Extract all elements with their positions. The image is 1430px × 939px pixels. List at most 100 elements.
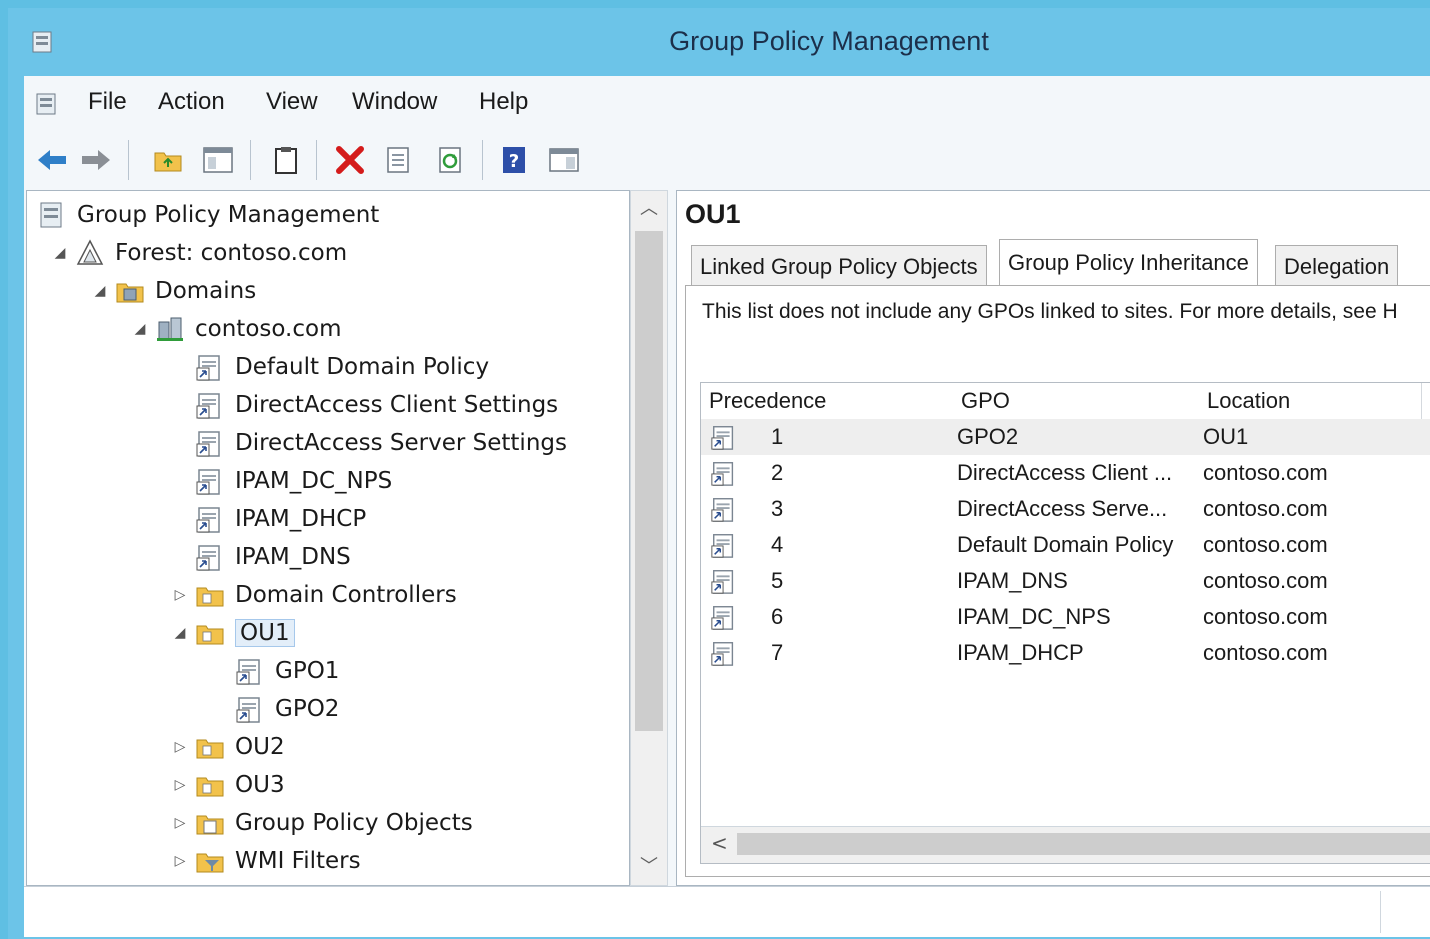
tree-item-ou2[interactable]: ▷ OU2	[171, 729, 285, 765]
app-window: Group Policy Management File Action View…	[8, 8, 1430, 939]
domain-icon	[157, 317, 183, 341]
gpo-link-icon	[709, 423, 739, 451]
expand-arrow-icon[interactable]: ▷	[171, 815, 189, 831]
tab-linked-gpos[interactable]: Linked Group Policy Objects	[691, 245, 987, 286]
gpo-link-icon	[195, 542, 225, 572]
toolbar-separator	[128, 140, 129, 180]
scroll-thumb[interactable]	[737, 833, 1430, 855]
console-tree: Group Policy Management ◢ Forest: contos…	[26, 190, 630, 886]
tree-item-forest[interactable]: ◢ Forest: contoso.com	[51, 235, 347, 271]
menu-window[interactable]: Window	[352, 88, 437, 116]
tree-vertical-scrollbar[interactable]: ︿ ﹀	[630, 190, 668, 886]
back-arrow-icon[interactable]	[34, 142, 70, 178]
toolbar-separator	[250, 140, 251, 180]
tab-gp-inheritance[interactable]: Group Policy Inheritance	[999, 239, 1258, 288]
gpo-link-icon	[709, 603, 739, 631]
table-row[interactable]: 2 DirectAccess Client ... contoso.com	[701, 455, 1430, 491]
collapse-arrow-icon[interactable]: ◢	[171, 625, 189, 641]
forest-icon	[76, 239, 104, 265]
table-row[interactable]: 1 GPO2 OU1	[701, 419, 1430, 455]
tab-panel: This list does not include any GPOs link…	[685, 285, 1430, 877]
ou-folder-icon	[195, 770, 225, 800]
delete-icon[interactable]	[332, 142, 368, 178]
gpo-link-icon	[709, 459, 739, 487]
refresh-icon[interactable]	[432, 142, 468, 178]
gpo-link-icon	[709, 567, 739, 595]
menu-file[interactable]: File	[88, 88, 127, 116]
gpo-container-icon	[196, 815, 224, 835]
tree-item-root[interactable]: Group Policy Management	[37, 197, 379, 233]
clipboard-icon[interactable]	[268, 142, 304, 178]
status-divider	[1380, 891, 1381, 933]
table-row[interactable]: 7 IPAM_DHCP contoso.com	[701, 635, 1430, 671]
collapse-arrow-icon[interactable]: ◢	[51, 245, 69, 261]
tree-item-gpo-link[interactable]: DirectAccess Client Settings	[195, 387, 558, 423]
inheritance-list[interactable]: Precedence GPO Location 1 GPO2 OU1 2 Dir…	[700, 382, 1430, 864]
gpo-link-icon	[195, 352, 225, 382]
menu-action[interactable]: Action	[158, 88, 225, 116]
title-bar: Group Policy Management	[8, 8, 1430, 76]
info-note: This list does not include any GPOs link…	[702, 300, 1398, 323]
scroll-left-icon[interactable]: <	[711, 831, 728, 855]
ou-folder-icon	[195, 732, 225, 762]
action-pane-icon[interactable]	[546, 142, 582, 178]
properties-icon[interactable]	[380, 142, 416, 178]
tree-item-gpo-link[interactable]: IPAM_DC_NPS	[195, 463, 392, 499]
table-row[interactable]: 3 DirectAccess Serve... contoso.com	[701, 491, 1430, 527]
tree-item-domains[interactable]: ◢ Domains	[91, 273, 257, 309]
expand-arrow-icon[interactable]: ▷	[171, 587, 189, 603]
toolbar-separator	[316, 140, 317, 180]
tree-item-domain-controllers[interactable]: ▷ Domain Controllers	[171, 577, 457, 613]
system-menu-icon[interactable]	[34, 90, 60, 118]
list-horizontal-scrollbar[interactable]: <	[701, 826, 1430, 863]
gpo-link-icon	[195, 428, 225, 458]
column-header-gpo[interactable]: GPO	[953, 383, 1200, 419]
tree-item-gpo-link[interactable]: GPO2	[235, 691, 339, 727]
tree-item-gpo-link[interactable]: IPAM_DHCP	[195, 501, 366, 537]
domains-icon	[116, 283, 144, 303]
wmi-filter-icon	[196, 853, 224, 873]
gpmc-icon	[40, 202, 62, 228]
tree-item-gpo-link[interactable]: IPAM_DNS	[195, 539, 351, 575]
menu-view[interactable]: View	[266, 88, 318, 116]
scroll-up-icon[interactable]: ︿	[631, 191, 667, 227]
table-row[interactable]: 6 IPAM_DC_NPS contoso.com	[701, 599, 1430, 635]
ou-folder-icon	[195, 580, 225, 610]
gpo-link-icon	[709, 495, 739, 523]
gpo-link-icon	[235, 656, 265, 686]
scroll-thumb[interactable]	[635, 231, 663, 731]
details-pane: OU1 Linked Group Policy Objects Group Po…	[676, 190, 1430, 886]
tree-item-group-policy-objects[interactable]: ▷ Group Policy Objects	[171, 805, 473, 841]
toolbar-separator	[482, 140, 483, 180]
expand-arrow-icon[interactable]: ▷	[171, 739, 189, 755]
tree-item-domain[interactable]: ◢ contoso.com	[131, 311, 342, 347]
help-icon[interactable]: ?	[496, 142, 532, 178]
tree-item-gpo-link[interactable]: Default Domain Policy	[195, 349, 489, 385]
tree-item-gpo-link[interactable]: GPO1	[235, 653, 339, 689]
collapse-arrow-icon[interactable]: ◢	[131, 321, 149, 337]
menu-bar: File Action View Window Help	[24, 76, 1430, 133]
gpo-link-icon	[195, 390, 225, 420]
expand-arrow-icon[interactable]: ▷	[171, 777, 189, 793]
forward-arrow-icon[interactable]	[78, 142, 114, 178]
column-header-precedence[interactable]: Precedence	[701, 383, 954, 419]
pane-title: OU1	[685, 199, 741, 229]
scroll-down-icon[interactable]: ﹀	[631, 849, 667, 885]
table-row[interactable]: 5 IPAM_DNS contoso.com	[701, 563, 1430, 599]
tree-item-ou1[interactable]: ◢ OU1	[171, 615, 295, 651]
tree-item-gpo-link[interactable]: DirectAccess Server Settings	[195, 425, 567, 461]
tab-delegation[interactable]: Delegation	[1275, 245, 1399, 286]
gpo-link-icon	[195, 504, 225, 534]
menu-help[interactable]: Help	[479, 88, 528, 116]
tree-item-wmi-filters[interactable]: ▷ WMI Filters	[171, 843, 361, 879]
toolbar: ?	[24, 132, 1430, 188]
table-row[interactable]: 4 Default Domain Policy contoso.com	[701, 527, 1430, 563]
column-header-location[interactable]: Location	[1199, 383, 1422, 419]
collapse-arrow-icon[interactable]: ◢	[91, 283, 109, 299]
show-hide-console-tree-icon[interactable]	[200, 142, 236, 178]
expand-arrow-icon[interactable]: ▷	[171, 853, 189, 869]
gpo-link-icon	[709, 639, 739, 667]
tree-item-ou3[interactable]: ▷ OU3	[171, 767, 285, 803]
up-folder-icon[interactable]	[150, 142, 186, 178]
status-bar	[24, 886, 1430, 937]
